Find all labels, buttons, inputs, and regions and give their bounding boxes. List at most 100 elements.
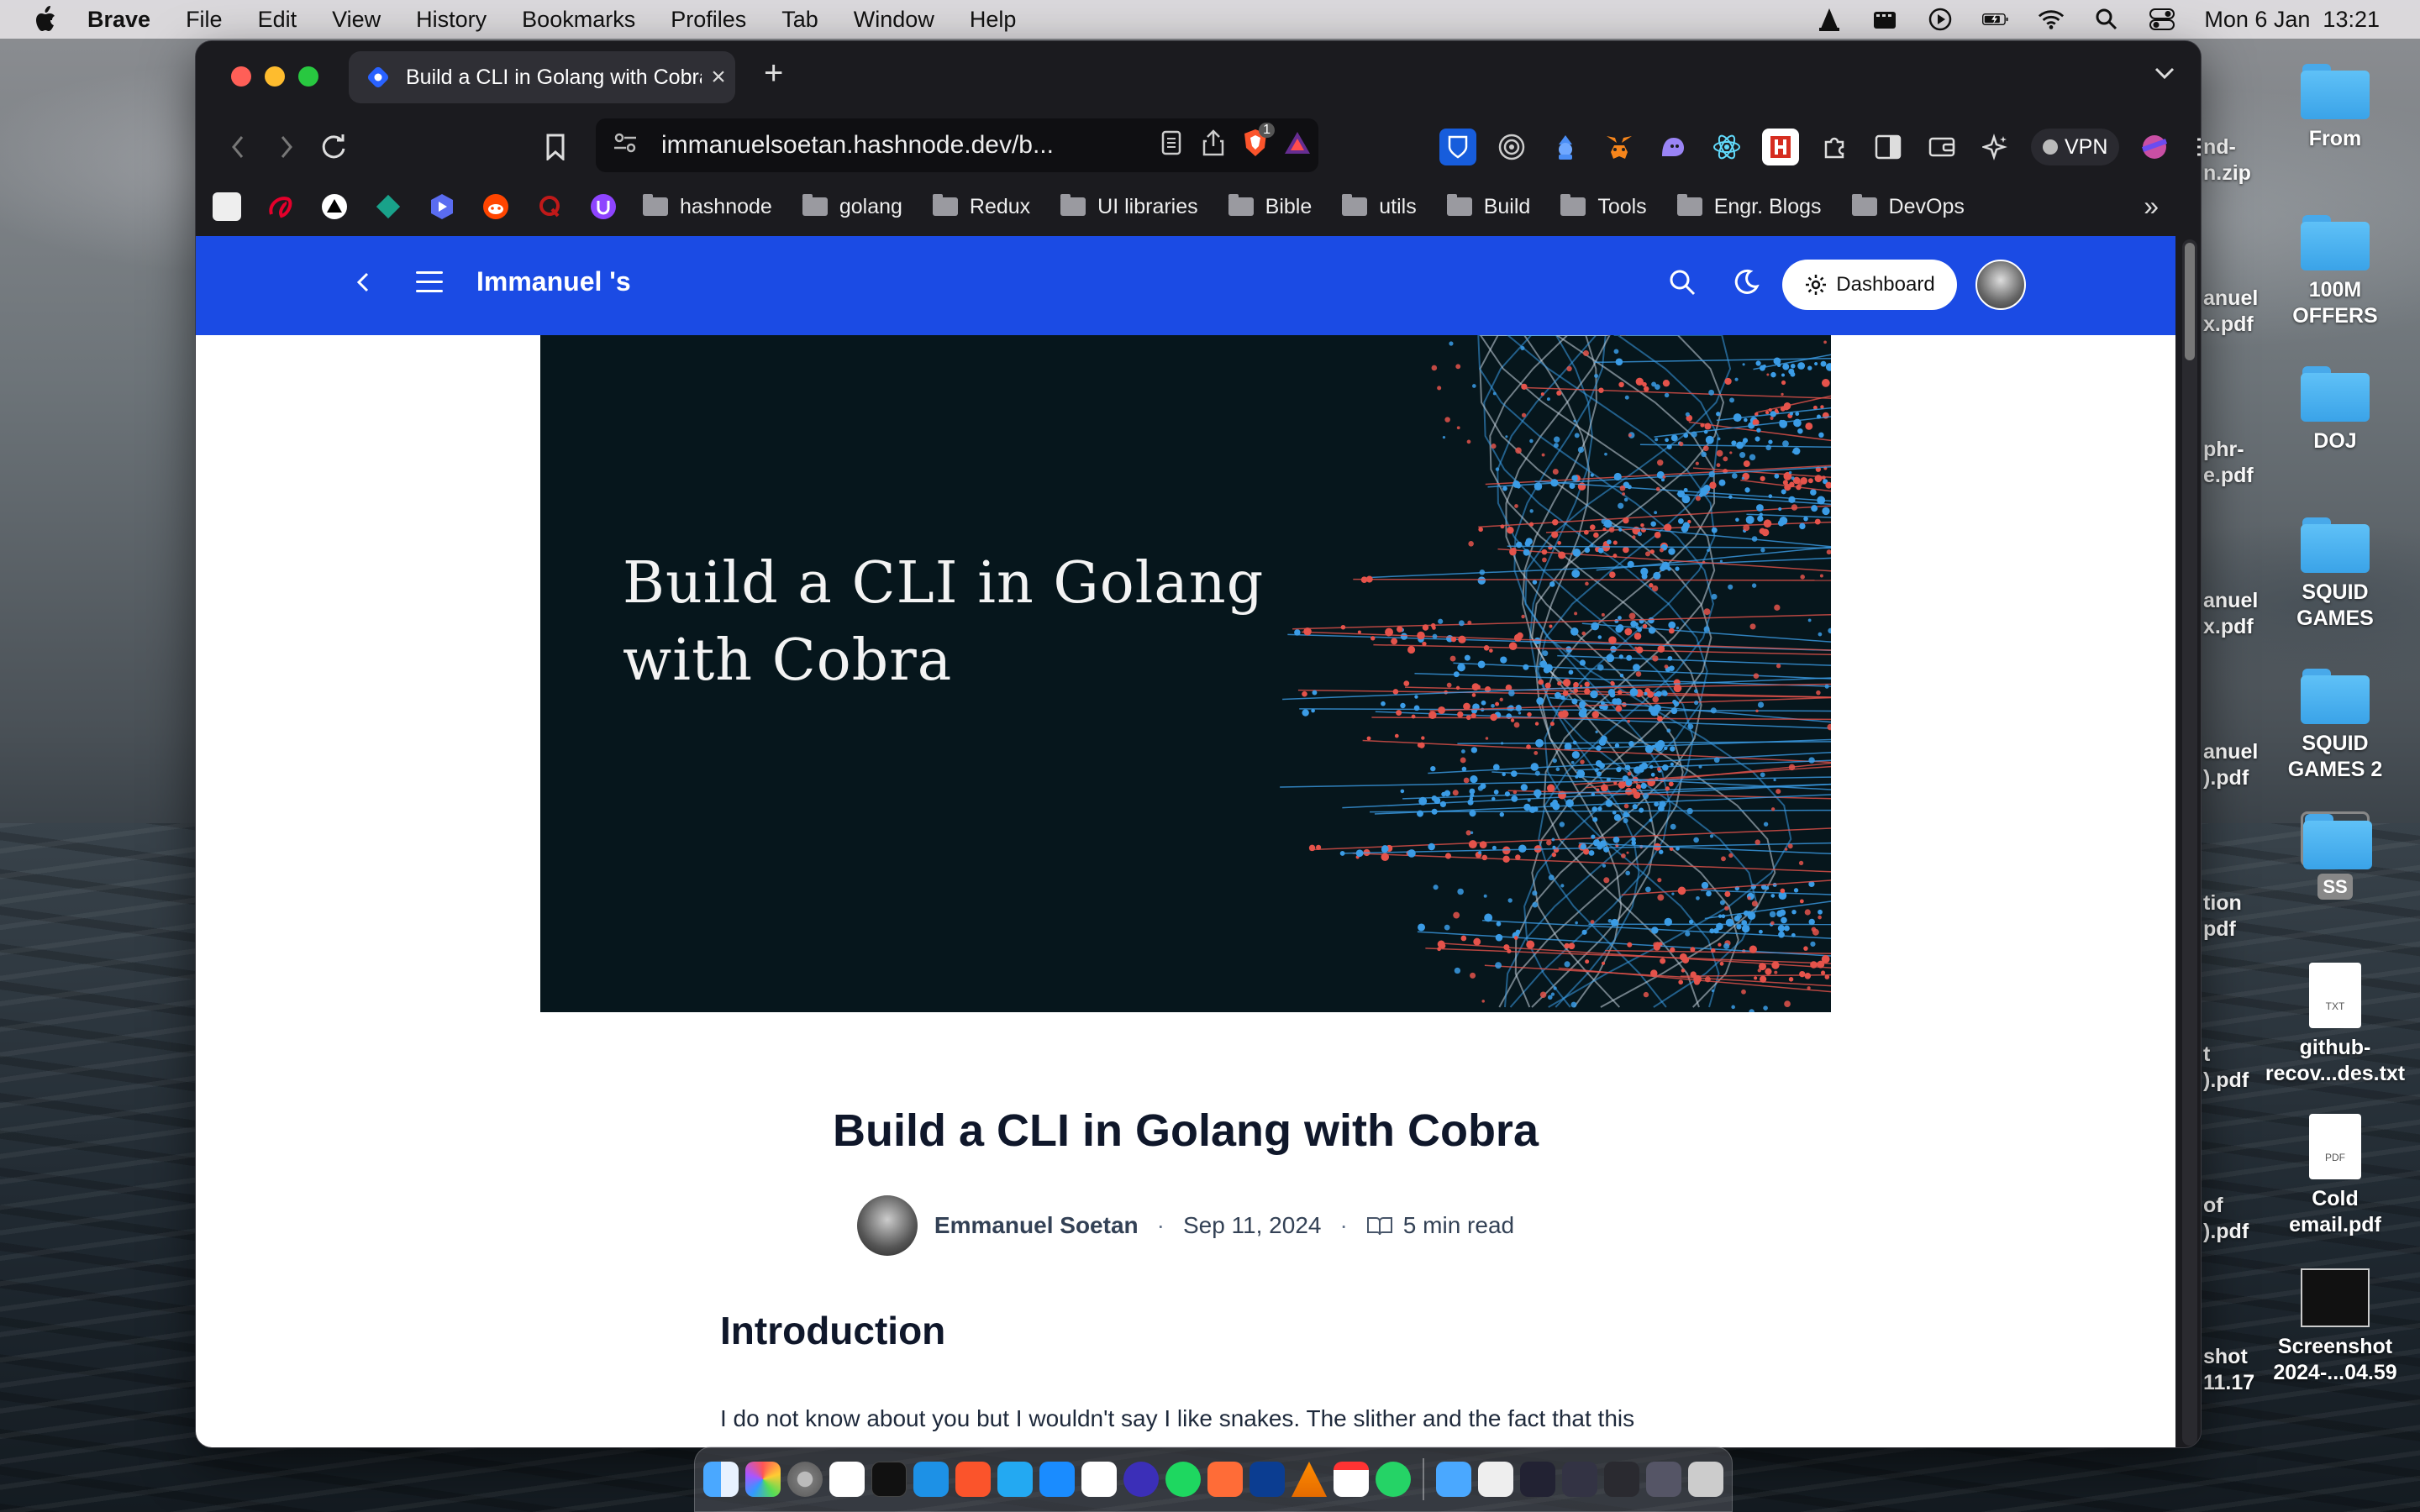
clapper-status-icon[interactable] xyxy=(1871,8,1898,31)
vscode-icon[interactable] xyxy=(997,1462,1033,1497)
airtel-bookmark-icon[interactable] xyxy=(266,192,295,221)
spotlight-search-icon[interactable] xyxy=(2093,8,2120,31)
u-bookmark-icon[interactable] xyxy=(589,192,618,221)
back-arrow-icon[interactable] xyxy=(354,266,372,304)
calendar-icon[interactable] xyxy=(1334,1462,1369,1497)
docker-icon[interactable] xyxy=(913,1462,949,1497)
search-icon[interactable] xyxy=(1668,268,1697,301)
react-devtools-icon[interactable] xyxy=(1708,129,1745,165)
tab-active[interactable]: Build a CLI in Golang with Cobra × xyxy=(349,51,735,103)
leo-ai-icon[interactable] xyxy=(1977,129,2014,165)
address-bar[interactable]: immanuelsoetan.hashnode.dev/b... 1 xyxy=(596,118,1318,172)
clock[interactable]: Mon 6 Jan 13:21 xyxy=(2204,7,2380,33)
trash-icon[interactable] xyxy=(1688,1462,1723,1497)
app-menu-icon[interactable] xyxy=(2190,129,2201,165)
dark-mode-moon-icon[interactable] xyxy=(1732,268,1760,301)
target-extension-icon[interactable] xyxy=(1493,129,1530,165)
bookmark-favicon-icon[interactable] xyxy=(213,192,241,221)
circle-app-icon[interactable] xyxy=(1123,1462,1159,1497)
bitwarden-icon[interactable] xyxy=(1439,129,1476,165)
page-scrollbar[interactable] xyxy=(2182,239,2197,1446)
bookmark-icon[interactable] xyxy=(537,129,574,165)
window-thumbnail-icon[interactable] xyxy=(1646,1462,1681,1497)
forward-button[interactable] xyxy=(268,129,305,165)
desktop-folder[interactable]: DOJ xyxy=(2264,366,2407,454)
dashboard-button[interactable]: Dashboard xyxy=(1782,260,1957,310)
metamask-icon[interactable] xyxy=(1601,129,1638,165)
bookmark-folder[interactable]: DevOps xyxy=(1851,194,1965,219)
wallet-icon[interactable] xyxy=(1923,129,1960,165)
sidebar-toggle-icon[interactable] xyxy=(1870,129,1907,165)
whatsapp-icon[interactable] xyxy=(1376,1462,1411,1497)
url-text[interactable]: immanuelsoetan.hashnode.dev/b... xyxy=(661,131,1150,160)
menu-window[interactable]: Window xyxy=(854,7,934,33)
close-tab-icon[interactable]: × xyxy=(702,63,735,92)
avatar[interactable] xyxy=(1975,260,2026,310)
menu-edit[interactable]: Edit xyxy=(258,7,297,33)
desktop-folder[interactable]: SQUID GAMES 2 xyxy=(2264,669,2407,783)
bookmark-folder[interactable]: hashnode xyxy=(643,194,772,219)
desktop-folder[interactable]: SS xyxy=(2264,811,2407,900)
minimize-window-button[interactable] xyxy=(265,66,285,87)
bookmark-folder[interactable]: Engr. Blogs xyxy=(1676,194,1822,219)
slack-icon[interactable] xyxy=(829,1462,865,1497)
menu-app-name[interactable]: Brave xyxy=(87,7,150,33)
site-settings-icon[interactable] xyxy=(613,132,643,160)
finder-icon[interactable] xyxy=(703,1462,739,1497)
desktop-folder[interactable]: SQUID GAMES xyxy=(2264,517,2407,632)
menu-tab[interactable]: Tab xyxy=(781,7,818,33)
battery-icon[interactable] xyxy=(1982,8,2009,31)
vlc-status-icon[interactable] xyxy=(1816,8,1843,31)
menu-history[interactable]: History xyxy=(416,7,487,33)
apple-icon[interactable] xyxy=(32,5,57,34)
blog-name[interactable]: Immanuel 's xyxy=(476,266,631,297)
new-tab-button[interactable]: + xyxy=(764,55,783,92)
author-name[interactable]: Emmanuel Soetan xyxy=(934,1212,1139,1239)
terminal-icon[interactable] xyxy=(871,1462,907,1497)
window-thumbnail-icon[interactable] xyxy=(1562,1462,1597,1497)
vlc-icon[interactable] xyxy=(1292,1462,1327,1497)
hexagon-bookmark-icon[interactable] xyxy=(428,192,456,221)
desktop-file[interactable]: TXT github-recov...des.txt xyxy=(2264,963,2407,1087)
webstorm-icon[interactable] xyxy=(1249,1462,1285,1497)
menu-file[interactable]: File xyxy=(186,7,223,33)
menu-bookmarks[interactable]: Bookmarks xyxy=(522,7,635,33)
chevron-down-icon[interactable] xyxy=(2154,60,2175,87)
downloads-folder-icon[interactable] xyxy=(1436,1462,1471,1497)
reader-mode-icon[interactable] xyxy=(1150,130,1192,161)
play-status-icon[interactable] xyxy=(1927,8,1954,31)
wizard-extension-icon[interactable] xyxy=(1547,129,1584,165)
ghost-extension-icon[interactable] xyxy=(1655,129,1691,165)
reload-button[interactable] xyxy=(315,129,352,165)
author-avatar[interactable] xyxy=(856,1195,918,1256)
reddit-bookmark-icon[interactable] xyxy=(481,192,510,221)
bookmark-folder[interactable]: golang xyxy=(802,194,902,219)
zoom-window-button[interactable] xyxy=(298,66,318,87)
launchpad-icon[interactable] xyxy=(745,1462,781,1497)
system-settings-icon[interactable] xyxy=(787,1462,823,1497)
back-button[interactable] xyxy=(219,129,256,165)
mongodb-icon[interactable] xyxy=(1081,1462,1117,1497)
menu-profiles[interactable]: Profiles xyxy=(671,7,746,33)
h-extension-icon[interactable] xyxy=(1762,129,1799,165)
window-thumbnail-icon[interactable] xyxy=(1520,1462,1555,1497)
control-center-icon[interactable] xyxy=(2149,8,2175,31)
extensions-puzzle-icon[interactable] xyxy=(1816,129,1853,165)
bookmarks-overflow-icon[interactable]: » xyxy=(2144,191,2159,222)
window-thumbnail-icon[interactable] xyxy=(1604,1462,1639,1497)
bookmark-folder[interactable]: UI libraries xyxy=(1060,194,1198,219)
brave-icon[interactable] xyxy=(955,1462,991,1497)
share-icon[interactable] xyxy=(1192,129,1234,162)
desktop-file[interactable]: Screenshot 2024-...04.59 xyxy=(2264,1268,2407,1386)
bookmark-folder[interactable]: Tools xyxy=(1560,194,1647,219)
q-bookmark-icon[interactable] xyxy=(535,192,564,221)
desktop-folder[interactable]: 100M OFFERS xyxy=(2264,215,2407,329)
hamburger-menu-icon[interactable] xyxy=(416,271,443,299)
menu-help[interactable]: Help xyxy=(970,7,1017,33)
desktop-folder[interactable]: From xyxy=(2264,64,2407,152)
vercel-bookmark-icon[interactable] xyxy=(320,192,349,221)
brave-shields-icon[interactable]: 1 xyxy=(1234,122,1276,164)
profile-icon[interactable] xyxy=(2136,129,2173,165)
bookmark-folder[interactable]: utils xyxy=(1342,194,1417,219)
document-stack-icon[interactable] xyxy=(1478,1462,1513,1497)
